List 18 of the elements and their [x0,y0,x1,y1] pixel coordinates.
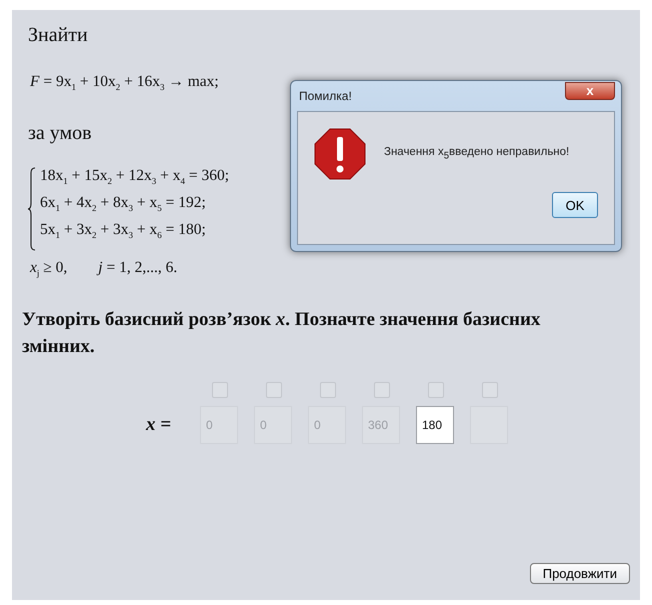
task-text: Утворіть базисний розв’язок x. Позначте значення базисних змінних. [22,308,542,360]
constraint-formula: 5x$_{1}$ + 3x$_{2}$ + 3x$_{3}$ + x$_{6}$ = 180; [40,221,206,240]
objective-formula: F = 9x$_{1}$ + 10x$_{2}$ + 16x$_{3}$ → max; [30,73,219,92]
error-message: Значення x$_{5}$введено неправильно! [384,146,570,162]
nonnegativity-formula: x$_{j}$ ≥ 0, j = 1, 2,..., 6. [30,259,178,278]
constraint-formula: 6x$_{1}$ + 4x$_{2}$ + 8x$_{3}$ + x$_{5}$ = 192; [40,194,206,214]
checkbox[interactable] [428,382,444,398]
ok-button[interactable]: OK [552,192,598,218]
heading: Знайти [28,24,89,47]
constraint-formula: 18x$_{1}$ + 15x$_{2}$ + 12x$_{3}$ + x$_{4}$ = 360; [40,167,230,186]
close-button[interactable]: x [565,82,615,100]
conditions-label: за умов [28,122,93,146]
dialog-title: Помилка! [299,89,352,103]
error-icon [314,128,366,180]
value-field[interactable]: 180 [416,406,454,444]
vector-label: x = [146,414,172,436]
continue-button[interactable]: Продовжити [530,563,630,584]
brace-icon [28,167,36,252]
